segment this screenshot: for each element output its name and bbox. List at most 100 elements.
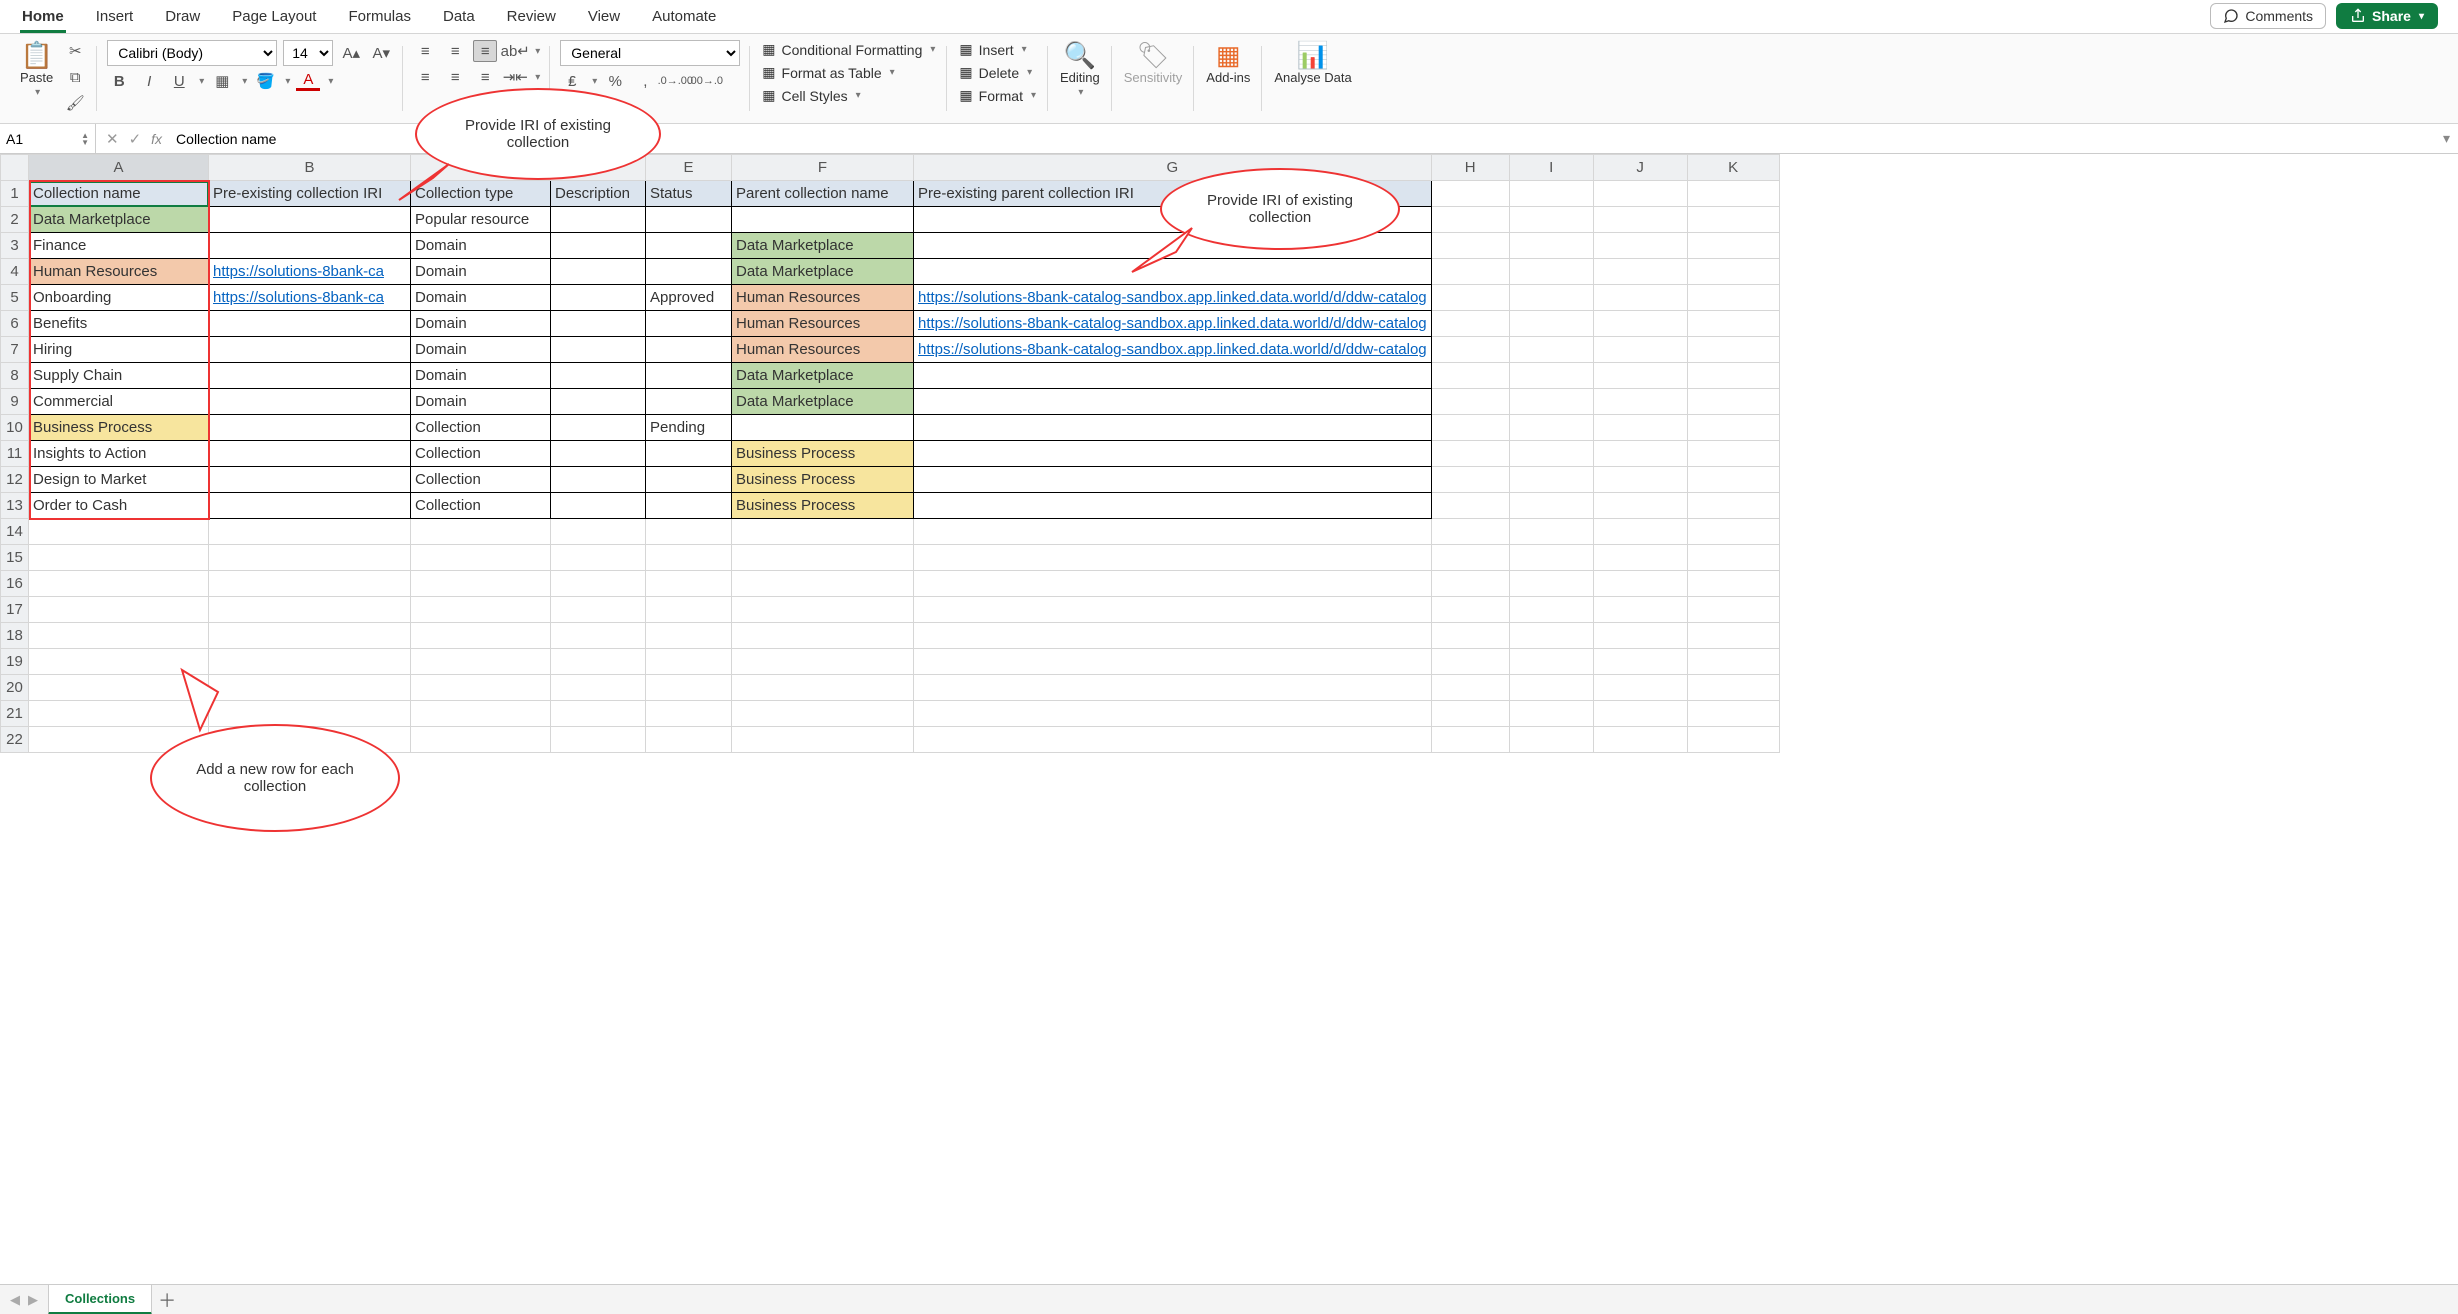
cell-D1[interactable]: Description <box>551 181 646 207</box>
cell-H18[interactable] <box>1431 623 1509 649</box>
cell-K2[interactable] <box>1687 207 1779 233</box>
cell-C19[interactable] <box>411 649 551 675</box>
cell-I9[interactable] <box>1509 389 1593 415</box>
increase-font-button[interactable]: A▴ <box>339 42 363 64</box>
cell-E4[interactable] <box>646 259 732 285</box>
cell-H15[interactable] <box>1431 545 1509 571</box>
cell-D5[interactable] <box>551 285 646 311</box>
cell-G1[interactable]: Pre-existing parent collection IRI <box>914 181 1432 207</box>
increase-decimal-button[interactable]: .0→.00 <box>663 70 687 92</box>
row-header-22[interactable]: 22 <box>1 727 29 753</box>
cell-K9[interactable] <box>1687 389 1779 415</box>
sheet-next-button[interactable]: ▶ <box>28 1292 38 1308</box>
sheet-prev-button[interactable]: ◀ <box>10 1292 20 1308</box>
column-header-E[interactable]: E <box>646 155 732 181</box>
row-header-8[interactable]: 8 <box>1 363 29 389</box>
cell-A7[interactable]: Hiring <box>29 337 209 363</box>
cell-F2[interactable] <box>732 207 914 233</box>
row-header-7[interactable]: 7 <box>1 337 29 363</box>
cell-I14[interactable] <box>1509 519 1593 545</box>
tab-insert[interactable]: Insert <box>94 2 136 33</box>
cell-D16[interactable] <box>551 571 646 597</box>
cell-C21[interactable] <box>411 701 551 727</box>
cell-J10[interactable] <box>1593 415 1687 441</box>
cell-K1[interactable] <box>1687 181 1779 207</box>
cell-B2[interactable] <box>209 207 411 233</box>
cell-A9[interactable]: Commercial <box>29 389 209 415</box>
align-middle-button[interactable]: ≡ <box>443 40 467 62</box>
cell-J3[interactable] <box>1593 233 1687 259</box>
cell-F6[interactable]: Human Resources <box>732 311 914 337</box>
cell-G19[interactable] <box>914 649 1432 675</box>
cell-I12[interactable] <box>1509 467 1593 493</box>
cell-F22[interactable] <box>732 727 914 753</box>
cell-F13[interactable]: Business Process <box>732 493 914 519</box>
cell-G10[interactable] <box>914 415 1432 441</box>
cell-G2[interactable] <box>914 207 1432 233</box>
copy-button[interactable]: ⧉ <box>63 66 87 88</box>
cell-K4[interactable] <box>1687 259 1779 285</box>
cell-styles-button[interactable]: ▦ Cell Styles▾ <box>760 86 937 105</box>
cell-H6[interactable] <box>1431 311 1509 337</box>
cell-J1[interactable] <box>1593 181 1687 207</box>
cell-I15[interactable] <box>1509 545 1593 571</box>
cell-I8[interactable] <box>1509 363 1593 389</box>
borders-button[interactable]: ▦ <box>210 70 234 92</box>
cell-G21[interactable] <box>914 701 1432 727</box>
cell-H3[interactable] <box>1431 233 1509 259</box>
column-header-I[interactable]: I <box>1509 155 1593 181</box>
format-painter-button[interactable]: 🖌 <box>63 92 87 114</box>
cell-B19[interactable] <box>209 649 411 675</box>
cell-E2[interactable] <box>646 207 732 233</box>
cell-F18[interactable] <box>732 623 914 649</box>
cell-B11[interactable] <box>209 441 411 467</box>
cell-K17[interactable] <box>1687 597 1779 623</box>
cell-K18[interactable] <box>1687 623 1779 649</box>
align-left-button[interactable]: ≡ <box>413 66 437 88</box>
cell-H13[interactable] <box>1431 493 1509 519</box>
cell-D22[interactable] <box>551 727 646 753</box>
cell-B21[interactable] <box>209 701 411 727</box>
cell-B15[interactable] <box>209 545 411 571</box>
cell-G3[interactable] <box>914 233 1432 259</box>
cell-K14[interactable] <box>1687 519 1779 545</box>
cell-H11[interactable] <box>1431 441 1509 467</box>
cell-C14[interactable] <box>411 519 551 545</box>
cell-H1[interactable] <box>1431 181 1509 207</box>
cell-I3[interactable] <box>1509 233 1593 259</box>
cell-E11[interactable] <box>646 441 732 467</box>
cell-F3[interactable]: Data Marketplace <box>732 233 914 259</box>
row-header-16[interactable]: 16 <box>1 571 29 597</box>
cell-G17[interactable] <box>914 597 1432 623</box>
fx-icon[interactable]: fx <box>151 131 162 147</box>
row-header-2[interactable]: 2 <box>1 207 29 233</box>
column-header-A[interactable]: A <box>29 155 209 181</box>
cell-G4[interactable] <box>914 259 1432 285</box>
cell-E14[interactable] <box>646 519 732 545</box>
wrap-text-button[interactable]: ab↵ <box>503 40 527 62</box>
delete-cells-button[interactable]: ▦Delete▾ <box>957 63 1038 82</box>
cell-reference-input[interactable] <box>6 131 66 147</box>
editing-button[interactable]: 🔍 Editing▾ <box>1058 40 1102 100</box>
cell-I7[interactable] <box>1509 337 1593 363</box>
cell-A3[interactable]: Finance <box>29 233 209 259</box>
cell-E9[interactable] <box>646 389 732 415</box>
cell-A15[interactable] <box>29 545 209 571</box>
column-header-K[interactable]: K <box>1687 155 1779 181</box>
cell-A22[interactable] <box>29 727 209 753</box>
tab-review[interactable]: Review <box>505 2 558 33</box>
cell-B18[interactable] <box>209 623 411 649</box>
cell-K20[interactable] <box>1687 675 1779 701</box>
cell-A14[interactable] <box>29 519 209 545</box>
cell-A5[interactable]: Onboarding <box>29 285 209 311</box>
tab-page-layout[interactable]: Page Layout <box>230 2 318 33</box>
cell-D18[interactable] <box>551 623 646 649</box>
font-color-button[interactable]: A <box>296 72 320 91</box>
cell-J20[interactable] <box>1593 675 1687 701</box>
insert-cells-button[interactable]: ▦Insert▾ <box>957 40 1038 59</box>
cell-K11[interactable] <box>1687 441 1779 467</box>
cell-F1[interactable]: Parent collection name <box>732 181 914 207</box>
cell-J6[interactable] <box>1593 311 1687 337</box>
cell-C13[interactable]: Collection <box>411 493 551 519</box>
cell-I11[interactable] <box>1509 441 1593 467</box>
